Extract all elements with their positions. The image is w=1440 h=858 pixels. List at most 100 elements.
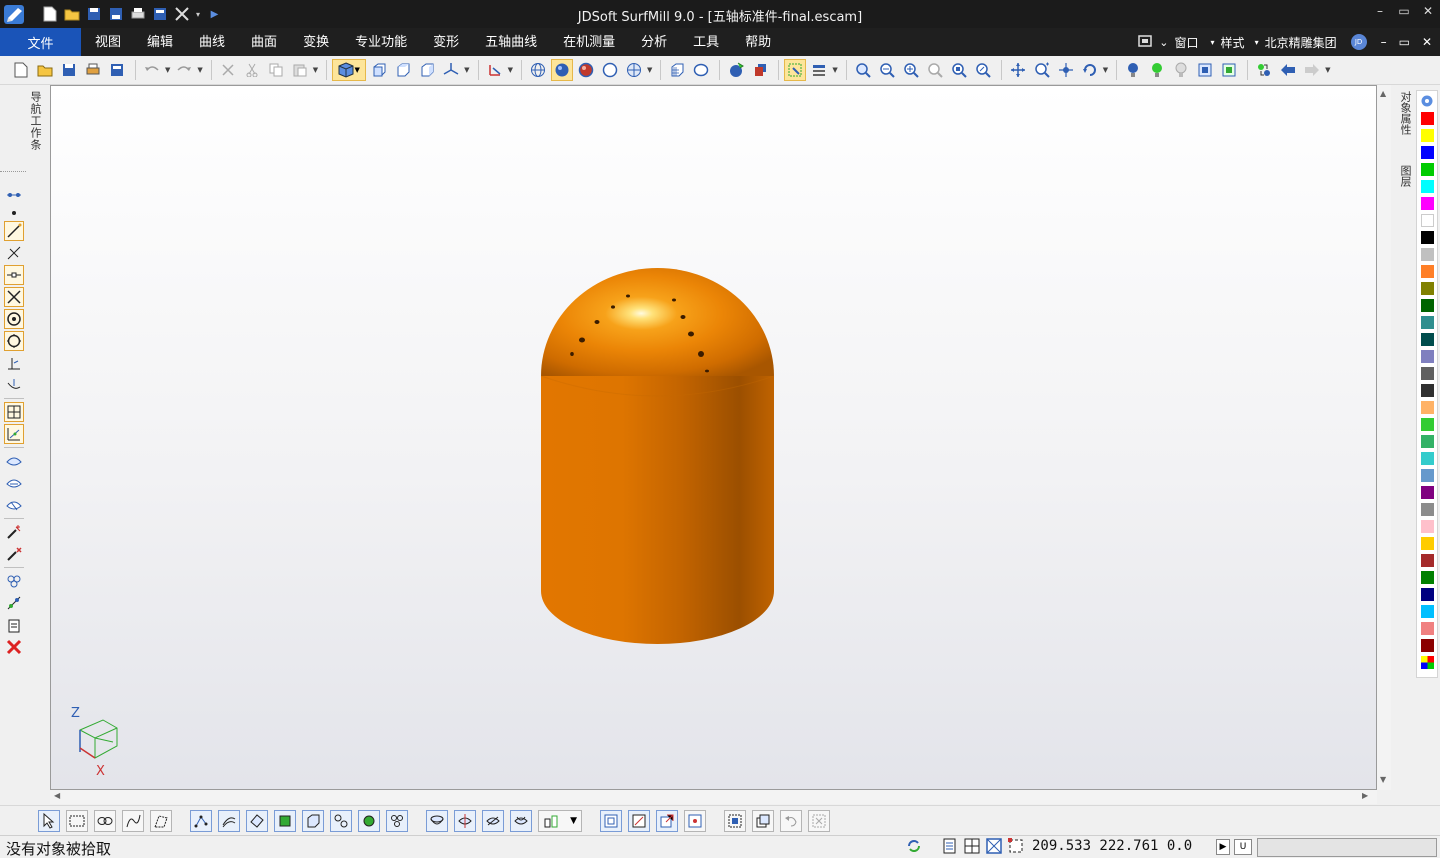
redo-icon[interactable]: [173, 59, 195, 81]
menu-special-functions[interactable]: 专业功能: [342, 28, 420, 56]
visible-filter-icon[interactable]: [656, 809, 678, 832]
color-swatch[interactable]: [1421, 350, 1434, 363]
coordinate-system-icon[interactable]: [484, 59, 506, 81]
select-rectangle-icon[interactable]: [66, 809, 88, 832]
view-dropdown-icon[interactable]: ▼: [464, 66, 469, 74]
snap-intersection-icon[interactable]: [4, 287, 24, 307]
select-points-icon[interactable]: [190, 809, 212, 832]
copy-icon[interactable]: [265, 59, 287, 81]
select-chain-icon[interactable]: [94, 809, 116, 832]
u-button[interactable]: U: [1234, 839, 1252, 855]
snap-perpendicular-icon[interactable]: [4, 353, 24, 373]
crosshair-icon[interactable]: [963, 838, 981, 857]
chevron-down-icon[interactable]: ⌄: [1159, 36, 1168, 49]
filter-surface-2-icon[interactable]: [482, 809, 504, 832]
select-curve-icon[interactable]: [122, 809, 144, 832]
color-swatch[interactable]: [1421, 401, 1434, 414]
snap-center-icon[interactable]: [4, 309, 24, 329]
menu-help[interactable]: 帮助: [732, 28, 784, 56]
color-swatch[interactable]: [1421, 299, 1434, 312]
forward-arrow-icon[interactable]: [1301, 59, 1323, 81]
select-dimensions-icon[interactable]: [358, 809, 380, 832]
move-view-icon[interactable]: [1055, 59, 1077, 81]
point-icon[interactable]: [4, 207, 24, 219]
clear-select-icon[interactable]: [808, 809, 830, 832]
company-menu[interactable]: 北京精雕集团: [1265, 34, 1337, 51]
filter-surface-icon[interactable]: [454, 809, 476, 832]
color-filter-icon[interactable]: [628, 809, 650, 832]
snap-quadrant-icon[interactable]: [4, 331, 24, 351]
page-icon[interactable]: [941, 838, 959, 857]
zoom-window-icon[interactable]: [852, 59, 874, 81]
cancel-pick-icon[interactable]: [4, 637, 24, 657]
back-arrow-icon[interactable]: [1277, 59, 1299, 81]
invert-select-icon[interactable]: [752, 809, 774, 832]
new-icon[interactable]: [10, 59, 32, 81]
color-swatch[interactable]: [1421, 435, 1434, 448]
scroll-up-icon[interactable]: ▲: [1380, 89, 1386, 98]
open-icon[interactable]: [34, 59, 56, 81]
select-filter-icon[interactable]: [784, 59, 807, 81]
color-swatch[interactable]: [1421, 452, 1434, 465]
color-swatch[interactable]: [1421, 333, 1434, 346]
zoom-dynamic-icon[interactable]: [972, 59, 994, 81]
undo-icon[interactable]: [141, 59, 163, 81]
restore-button[interactable]: ▭: [1398, 4, 1410, 18]
color-swatch[interactable]: [1421, 469, 1434, 482]
save-icon[interactable]: [58, 59, 80, 81]
zoom-in-icon[interactable]: [900, 59, 922, 81]
menu-tools[interactable]: 工具: [680, 28, 732, 56]
layer-dropdown-icon[interactable]: ▼: [832, 66, 837, 74]
color-swatch[interactable]: [1421, 180, 1434, 193]
pick-remove-icon[interactable]: [4, 544, 24, 564]
sync-icon[interactable]: [1253, 59, 1275, 81]
color-swatch[interactable]: [1421, 622, 1434, 635]
menu-five-axis-curve[interactable]: 五轴曲线: [472, 28, 550, 56]
color-swatch[interactable]: [1421, 639, 1434, 652]
menu-edit[interactable]: 编辑: [134, 28, 186, 56]
color-swatch[interactable]: [1421, 163, 1434, 176]
doc-restore-button[interactable]: ▭: [1399, 35, 1410, 49]
snap-line-icon[interactable]: [4, 221, 24, 241]
group-select-icon[interactable]: [4, 571, 24, 591]
render-dropdown-icon[interactable]: ▼: [647, 66, 652, 74]
color-swatch[interactable]: [1421, 146, 1434, 159]
play-button[interactable]: ▶: [1216, 839, 1230, 855]
view-top-icon[interactable]: [392, 59, 414, 81]
mesh-cube-icon[interactable]: [666, 59, 688, 81]
wireframe-sphere-icon[interactable]: [527, 59, 549, 81]
pan-icon[interactable]: [1007, 59, 1029, 81]
color-swatch[interactable]: [1421, 605, 1434, 618]
color-swatch[interactable]: [1421, 554, 1434, 567]
color-swatch[interactable]: [1421, 112, 1434, 125]
filter-top-icon[interactable]: [426, 809, 448, 832]
color-swatch[interactable]: [1421, 520, 1434, 533]
nav-workbar-tab[interactable]: 导航工作条: [27, 91, 43, 151]
color-swatch[interactable]: [1421, 197, 1434, 210]
layers-tab[interactable]: 图层: [1397, 165, 1413, 187]
3d-viewport[interactable]: Z X: [50, 85, 1377, 790]
color-swatch[interactable]: [1421, 384, 1434, 397]
zoom-all-icon[interactable]: [948, 59, 970, 81]
print-icon[interactable]: [82, 59, 104, 81]
palette-settings-icon[interactable]: [1420, 94, 1434, 108]
color-swatch[interactable]: [1421, 486, 1434, 499]
snap-midpoint-icon[interactable]: [4, 265, 24, 285]
select-text-icon[interactable]: [386, 809, 408, 832]
color-swatch[interactable]: [1421, 503, 1434, 516]
menu-deform[interactable]: 变形: [420, 28, 472, 56]
pick-mode-dropdown[interactable]: ▼: [538, 809, 582, 832]
ellipse-view-icon[interactable]: [690, 59, 712, 81]
fullscreen-icon[interactable]: [1137, 34, 1153, 51]
frame-green-icon[interactable]: [1218, 59, 1240, 81]
scroll-left-icon[interactable]: ◀: [54, 791, 60, 800]
window-menu[interactable]: 窗口: [1175, 34, 1199, 51]
view-cube-icon[interactable]: ▼: [332, 59, 367, 81]
menu-file-tab[interactable]: 文件: [0, 28, 81, 56]
doc-close-button[interactable]: ✕: [1422, 35, 1432, 49]
snap-grip-icon[interactable]: [4, 185, 24, 205]
paste-dropdown-icon[interactable]: ▼: [313, 66, 318, 74]
color-swatch[interactable]: [1421, 656, 1434, 669]
frame-select-icon[interactable]: [1194, 59, 1216, 81]
color-swatch[interactable]: [1421, 248, 1434, 261]
